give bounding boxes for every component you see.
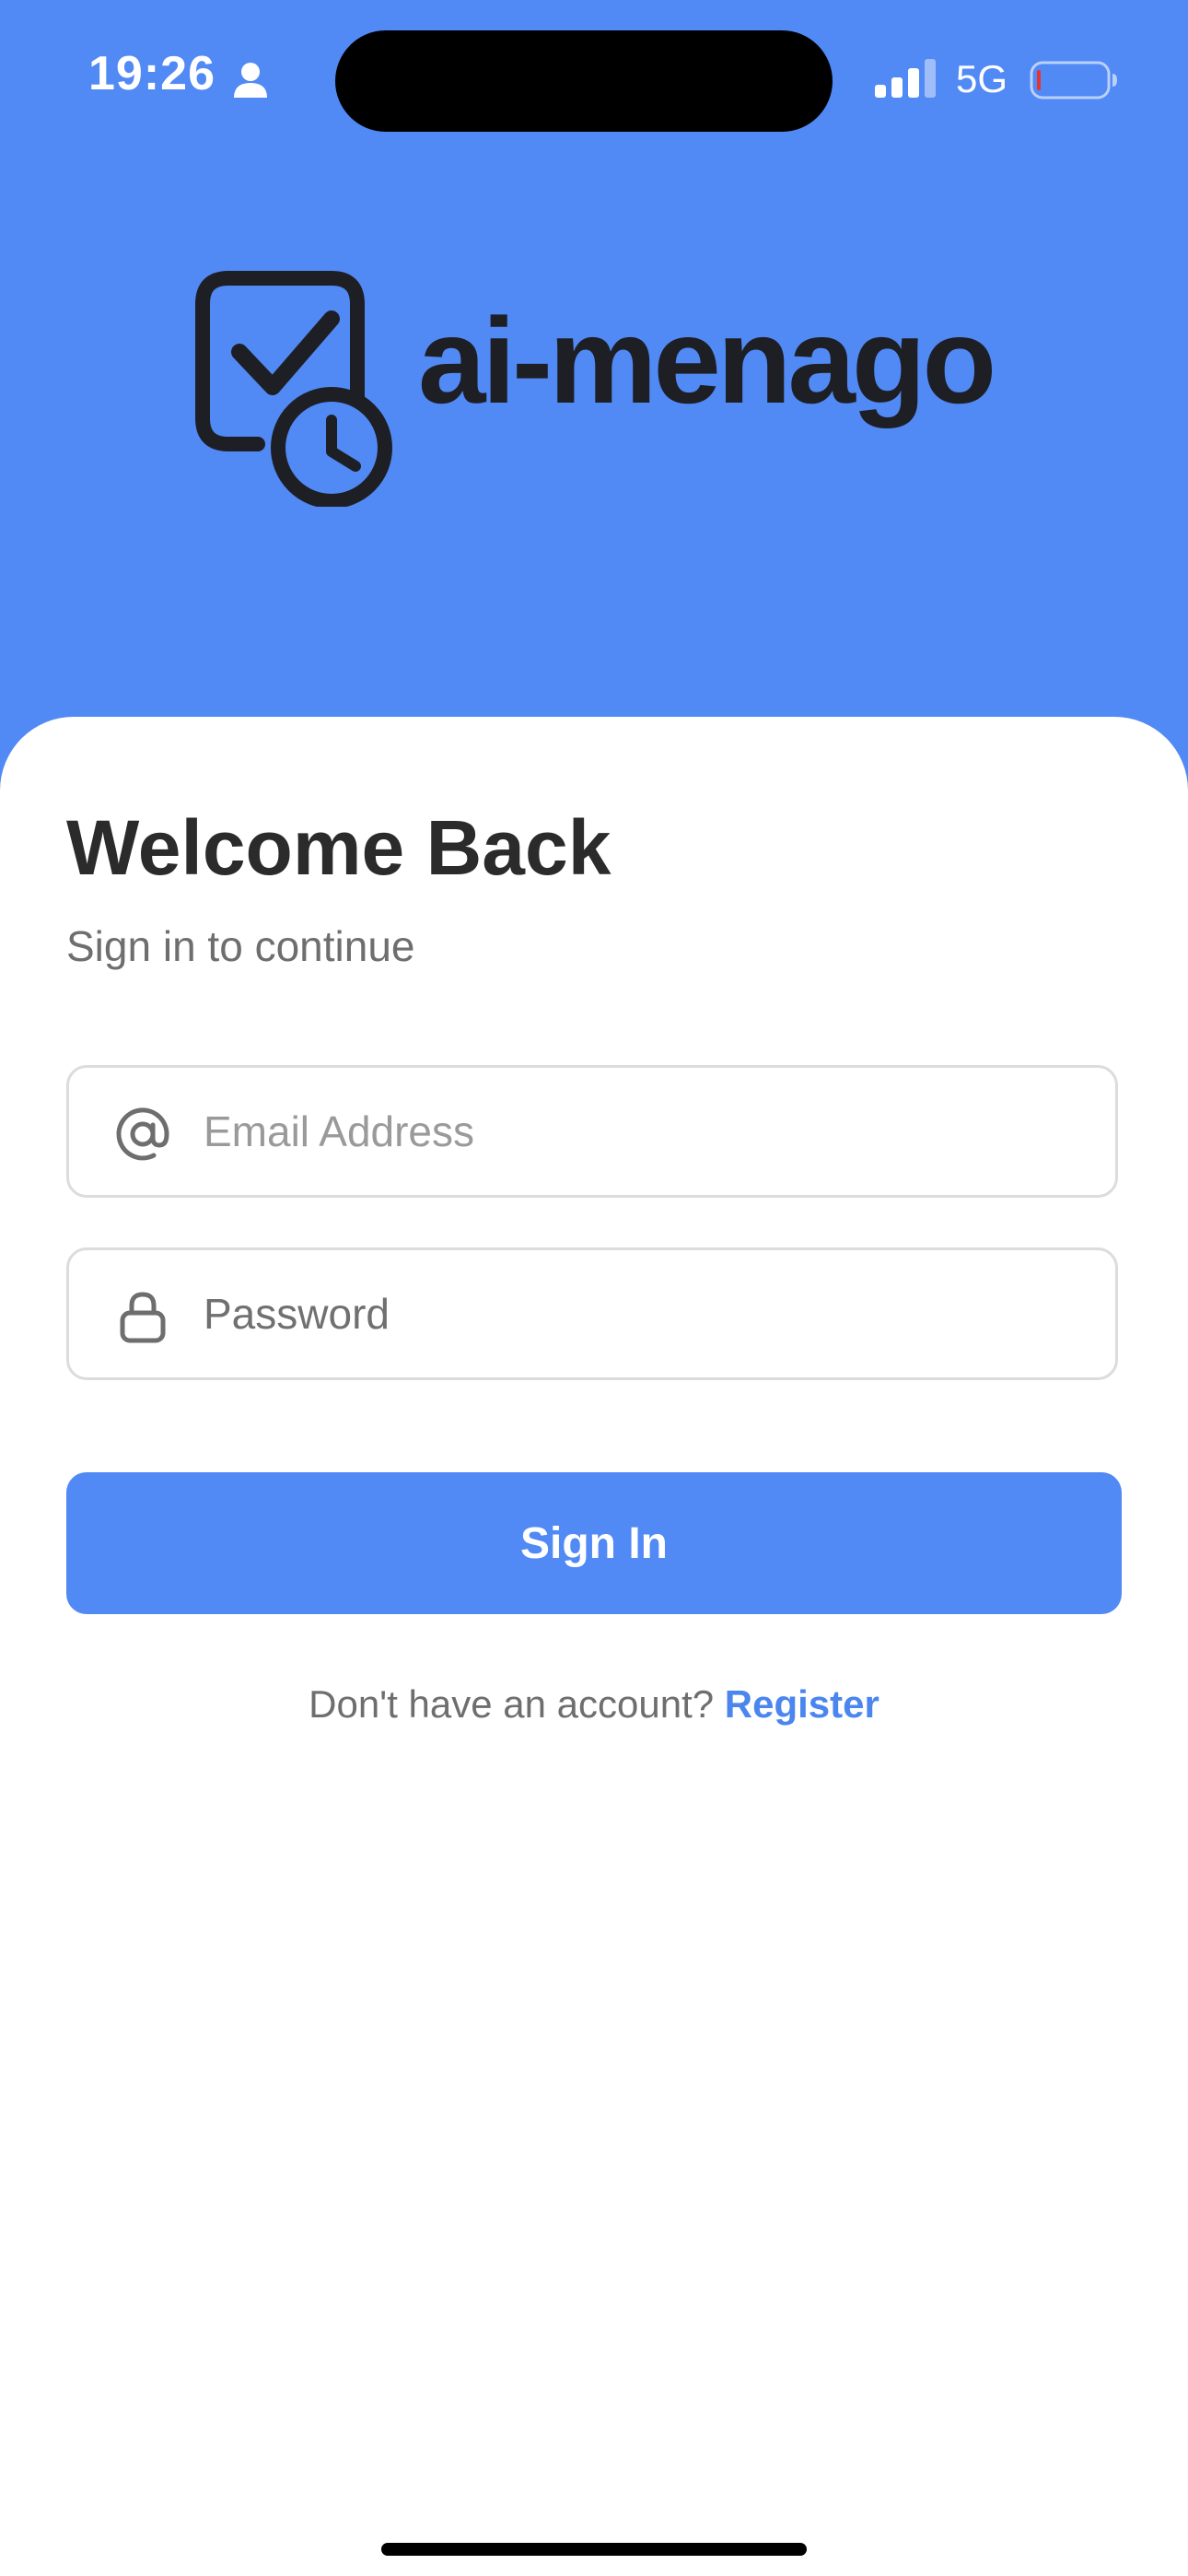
logo-wordmark: ai-menago <box>418 293 996 428</box>
at-sign-icon <box>116 1107 169 1161</box>
password-field[interactable] <box>66 1247 1118 1380</box>
home-indicator[interactable] <box>381 2543 807 2556</box>
status-bar: 19:26 5G <box>0 0 1188 147</box>
signal-icon <box>875 59 936 98</box>
page-title: Welcome Back <box>66 804 611 891</box>
register-link[interactable]: Register <box>725 1682 879 1726</box>
calendar-check-clock-icon <box>195 271 392 507</box>
register-prompt: Don't have an account? <box>309 1682 715 1726</box>
email-input[interactable] <box>204 1068 1088 1195</box>
person-icon <box>234 63 267 98</box>
app-screen: 19:26 5G ai-menago Welcome Back Sign in … <box>0 0 1188 2576</box>
battery-icon <box>1030 61 1117 100</box>
dynamic-island <box>335 30 833 132</box>
status-time: 19:26 <box>88 47 215 100</box>
password-input[interactable] <box>204 1250 1088 1377</box>
page-subtitle: Sign in to continue <box>66 922 415 970</box>
email-field[interactable] <box>66 1065 1118 1198</box>
login-card: Welcome Back Sign in to continue Sign In… <box>0 717 1188 2576</box>
lock-icon <box>120 1292 166 1343</box>
sign-in-button[interactable]: Sign In <box>66 1472 1122 1614</box>
network-label: 5G <box>956 57 1008 100</box>
register-row: Don't have an account? Register <box>0 1682 1188 1727</box>
